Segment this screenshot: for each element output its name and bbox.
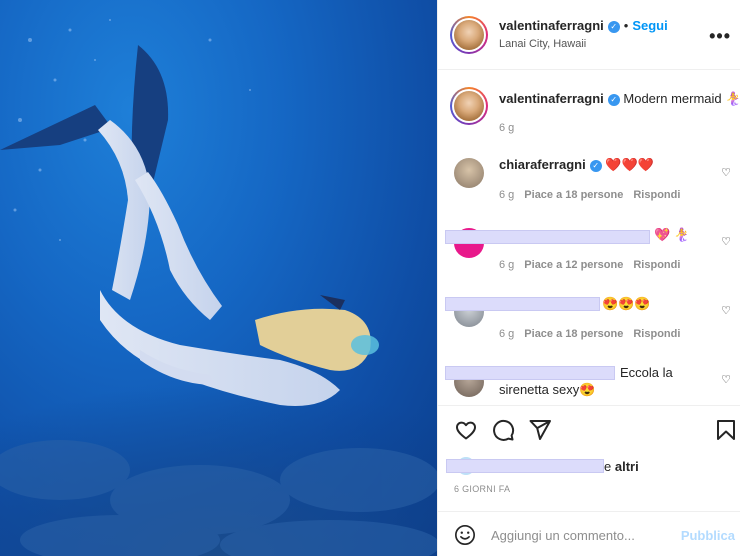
likes-summary: e altri [604, 459, 639, 474]
verified-badge-icon: ✓ [607, 93, 620, 106]
smile-icon[interactable] [454, 524, 476, 546]
like-comment-heart-icon[interactable]: ♡ [721, 373, 731, 386]
comment-time: 6 g [499, 189, 515, 201]
list-item: chiaraferragni ✓ ❤️❤️❤️ [499, 156, 654, 174]
comment-text: 😍😍😍 [602, 296, 651, 311]
verified-badge-icon: ✓ [607, 20, 620, 33]
likes-others-link[interactable]: altri [615, 459, 639, 474]
comment-time: 6 g [499, 259, 515, 271]
redacted-liker-name [446, 459, 604, 473]
post-photo[interactable] [0, 0, 437, 556]
caption: valentinaferragni ✓ Modern mermaid 🧜‍♀️ [499, 90, 740, 108]
like-comment-heart-icon[interactable]: ♡ [721, 235, 731, 248]
likes-section: e altri 6 GIORNI FA [438, 454, 740, 512]
comment-meta: 6 g Piace a 12 persone Rispondi [499, 259, 680, 271]
redacted-username [445, 230, 650, 244]
like-heart-icon[interactable] [454, 418, 478, 442]
comments-list[interactable]: valentinaferragni ✓ Modern mermaid 🧜‍♀️ 6… [438, 70, 740, 406]
caption-avatar[interactable] [450, 87, 488, 125]
caption-username[interactable]: valentinaferragni [499, 91, 604, 106]
author-username[interactable]: valentinaferragni [499, 18, 604, 33]
comment-input[interactable]: Aggiungi un commento... [491, 528, 635, 543]
verified-badge-icon: ✓ [589, 159, 602, 172]
comment-composer: Aggiungi un commento... Pubblica [438, 512, 740, 556]
save-bookmark-icon[interactable] [715, 418, 737, 442]
comment-text: ❤️❤️❤️ [605, 157, 654, 172]
left-fin [0, 105, 112, 150]
comment-avatar[interactable] [454, 158, 484, 188]
post-actions-bar [438, 406, 740, 454]
comment-bubble-icon[interactable] [491, 418, 515, 442]
reply-button[interactable]: Rispondi [633, 259, 680, 271]
like-comment-heart-icon[interactable]: ♡ [721, 304, 731, 317]
post-side-panel: valentinaferragni ✓ • Segui Lanai City, Haw… [437, 0, 740, 556]
caption-text: Modern mermaid 🧜‍♀️ [623, 91, 740, 106]
comment-likes[interactable]: Piace a 18 persone [524, 328, 623, 340]
comment-text: 💖 🧜‍♀️ [654, 227, 690, 242]
publish-button[interactable]: Pubblica [681, 528, 735, 543]
redacted-username [445, 297, 600, 311]
caption-time: 6 g [499, 122, 515, 134]
share-send-icon[interactable] [528, 418, 552, 442]
likes-suffix: e [604, 459, 612, 474]
comment-username[interactable]: chiaraferragni [499, 157, 586, 172]
more-options-icon[interactable]: ••• [709, 26, 731, 47]
post-location[interactable]: Lanai City, Hawaii [499, 38, 586, 50]
post-header: valentinaferragni ✓ • Segui Lanai City, Haw… [438, 0, 740, 70]
comment-likes[interactable]: Piace a 18 persone [524, 189, 623, 201]
comment-meta: 6 g Piace a 18 persone Rispondi [499, 328, 680, 340]
reply-button[interactable]: Rispondi [633, 189, 680, 201]
redacted-username [445, 366, 615, 380]
comment-text: Eccola la [620, 365, 673, 380]
author-avatar[interactable] [450, 16, 488, 54]
underwater-swimmer-image [0, 19, 437, 556]
comment-meta: 6 g Piace a 18 persone Rispondi [499, 189, 680, 201]
post-date[interactable]: 6 GIORNI FA [454, 484, 510, 494]
reply-button[interactable]: Rispondi [633, 328, 680, 340]
separator-dot: • [623, 18, 629, 33]
follow-button[interactable]: Segui [632, 18, 667, 33]
comment-text-continued: sirenetta sexy😍 [499, 382, 596, 397]
comment-time: 6 g [499, 328, 515, 340]
like-comment-heart-icon[interactable]: ♡ [721, 166, 731, 179]
comment-likes[interactable]: Piace a 12 persone [524, 259, 623, 271]
